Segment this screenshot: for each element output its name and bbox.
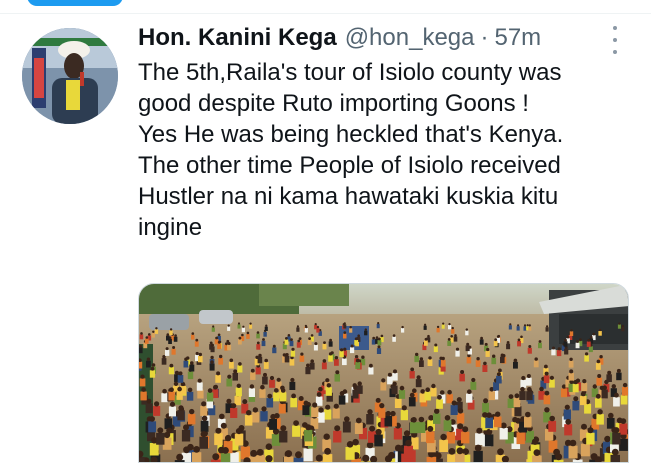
tweet[interactable]: Hon. Kanini Kega @hon_kega · 57m The 5th… [0,15,651,448]
tweet-text-line: The 5th,Raila's tour of Isiolo county wa… [138,57,638,88]
crowd-photo [139,284,629,463]
user-handle[interactable]: @hon_kega [345,24,475,52]
tweet-text-line: good despite Ruto importing Goons ! [138,88,638,119]
tweet-media-image[interactable] [138,283,629,463]
timestamp[interactable]: 57m [494,24,541,52]
avatar-photo [22,28,118,124]
tweet-header: Hon. Kanini Kega @hon_kega · 57m [138,24,631,54]
tweet-text-line: Yes He was being heckled that's Kenya. [138,119,638,150]
tweet-text-line: ingine [138,212,638,243]
avatar[interactable] [22,28,118,124]
tweet-text-line: Hustler na ni kama hawataki kuskia kitu [138,181,638,212]
tweet-text: The 5th,Raila's tour of Isiolo county wa… [138,57,638,243]
separator-dot: · [480,24,488,52]
previous-action-button[interactable] [27,0,123,6]
more-vertical-icon[interactable] [609,26,621,54]
timeline-top-divider [0,0,651,14]
display-name[interactable]: Hon. Kanini Kega [138,24,337,52]
tweet-text-line: The other time People of Isiolo received [138,150,638,181]
